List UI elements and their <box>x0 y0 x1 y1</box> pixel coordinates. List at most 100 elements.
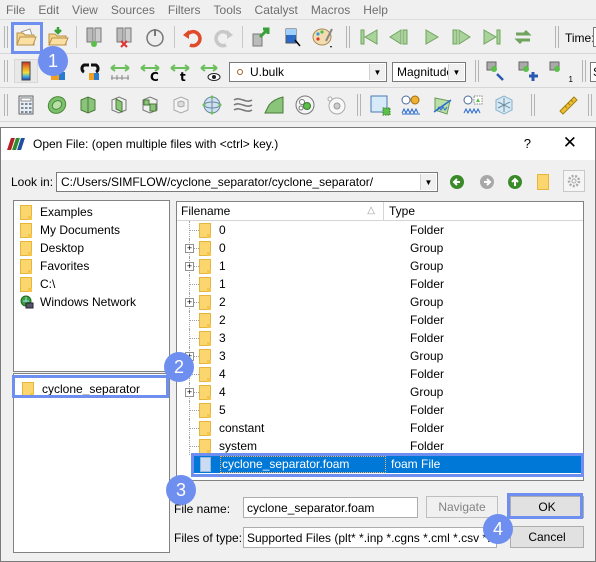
probe-location-button[interactable] <box>492 93 516 117</box>
selection-button[interactable] <box>368 93 392 117</box>
contour-button[interactable] <box>45 93 69 117</box>
file-row[interactable]: +2 Group <box>177 293 583 311</box>
menu-tools[interactable]: Tools <box>214 3 242 17</box>
toolbar-grip[interactable] <box>4 26 8 48</box>
slice-button[interactable] <box>107 93 131 117</box>
cancel-button[interactable]: Cancel <box>510 526 584 548</box>
toggle-color-legend-button[interactable] <box>14 59 38 83</box>
column-header-type[interactable]: Type <box>384 202 583 220</box>
place-examples[interactable]: Examples <box>14 203 169 221</box>
folder-icon <box>20 222 32 238</box>
camera-adjust-button[interactable] <box>484 59 508 83</box>
menu-sources[interactable]: Sources <box>111 3 155 17</box>
extract-subset-button[interactable] <box>169 93 193 117</box>
help-button[interactable]: ? <box>524 136 531 151</box>
rescale-temporal-button[interactable]: t <box>168 59 192 83</box>
change-input-button[interactable] <box>249 25 273 49</box>
array-select[interactable]: U.bulk ▼ <box>229 62 387 82</box>
rescale-custom-button[interactable]: C <box>138 59 162 83</box>
menu-help[interactable]: Help <box>363 3 388 17</box>
redo-button[interactable] <box>211 25 235 49</box>
color-pick-icon <box>285 28 301 47</box>
expand-icon[interactable]: + <box>185 388 194 397</box>
warp-by-vector-button[interactable] <box>262 93 286 117</box>
reset-session-button[interactable] <box>143 25 167 49</box>
file-row[interactable]: system Folder <box>177 437 583 455</box>
loop-button[interactable] <box>511 25 535 49</box>
rescale-data-button[interactable] <box>108 59 132 83</box>
back-button[interactable] <box>447 172 467 192</box>
disconnect-button[interactable] <box>112 25 136 49</box>
expand-icon[interactable]: + <box>185 262 194 271</box>
chevron-down-icon[interactable]: ▼ <box>369 64 385 80</box>
file-row[interactable]: 1 Folder <box>177 275 583 293</box>
menu-macros[interactable]: Macros <box>311 3 350 17</box>
open-file-button[interactable] <box>14 25 38 49</box>
connect-button[interactable] <box>82 25 106 49</box>
group-datasets-button[interactable] <box>293 93 317 117</box>
look-in-combo[interactable]: C:/Users/SIMFLOW/cyclone_separator/cyclo… <box>56 172 438 192</box>
place-my-documents[interactable]: My Documents <box>14 221 169 239</box>
plot-over-line-button[interactable] <box>430 93 454 117</box>
next-frame-button[interactable] <box>449 25 473 49</box>
menu-filters[interactable]: Filters <box>168 3 201 17</box>
place-c-drive[interactable]: C:\ <box>14 275 169 293</box>
partial-combo[interactable]: S <box>590 62 596 82</box>
place-windows-network[interactable]: Windows Network <box>14 293 169 311</box>
clip-button[interactable] <box>76 93 100 117</box>
server-connect-icon <box>86 27 102 47</box>
file-row[interactable]: +0 Group <box>177 239 583 257</box>
file-row[interactable]: 3 Folder <box>177 329 583 347</box>
file-row[interactable]: 0 Folder <box>177 221 583 239</box>
chevron-down-icon[interactable]: ▼ <box>420 174 436 190</box>
camera-add-button[interactable] <box>516 59 540 83</box>
file-row[interactable]: 2 Folder <box>177 311 583 329</box>
file-row[interactable]: +1 Group <box>177 257 583 275</box>
expand-icon[interactable]: + <box>185 244 194 253</box>
recent-item[interactable]: cyclone_separator <box>16 380 169 398</box>
threshold-button[interactable] <box>138 93 162 117</box>
camera-preset-button[interactable]: 1 <box>547 59 573 84</box>
file-row[interactable]: +4 Group <box>177 383 583 401</box>
menu-catalyst[interactable]: Catalyst <box>255 3 298 17</box>
palette-button[interactable] <box>311 25 335 49</box>
calculator-button[interactable] <box>14 93 38 117</box>
stream-tracer-button[interactable] <box>231 93 255 117</box>
ok-button[interactable]: OK <box>510 496 584 518</box>
file-name-input[interactable]: cyclone_separator.foam <box>243 497 418 518</box>
new-folder-button[interactable] <box>533 172 553 192</box>
glyph-button[interactable] <box>200 93 224 117</box>
menu-file[interactable]: File <box>6 3 25 17</box>
link-color-button[interactable] <box>78 59 102 83</box>
previous-frame-button[interactable] <box>387 25 411 49</box>
component-select[interactable]: Magnitude ▼ <box>392 62 466 82</box>
settings-button[interactable] <box>563 170 585 192</box>
last-frame-button[interactable] <box>480 25 504 49</box>
first-frame-button[interactable] <box>357 25 381 49</box>
file-row[interactable]: constant Folder <box>177 419 583 437</box>
files-of-type-combo[interactable]: Supported Files (plt* *.inp *.cgns *.cml… <box>243 527 497 548</box>
file-row-selected[interactable]: cyclone_separator.foam foam File <box>194 455 583 473</box>
file-row[interactable]: +3Group <box>177 347 583 365</box>
parent-directory-button[interactable] <box>505 172 525 192</box>
forward-button[interactable] <box>477 172 497 192</box>
menu-edit[interactable]: Edit <box>38 3 59 17</box>
file-row[interactable]: 5 Folder <box>177 401 583 419</box>
chevron-down-icon[interactable]: ▼ <box>448 64 464 80</box>
play-button[interactable] <box>419 25 443 49</box>
ruler-button[interactable] <box>556 93 580 117</box>
plot-selection-over-time-button[interactable] <box>461 93 485 117</box>
column-header-filename[interactable]: Filename △ <box>177 202 384 220</box>
place-favorites[interactable]: Favorites <box>14 257 169 275</box>
close-button[interactable]: ✕ <box>563 133 577 153</box>
place-desktop[interactable]: Desktop <box>14 239 169 257</box>
extract-level-button[interactable] <box>324 93 348 117</box>
undo-button[interactable] <box>181 25 205 49</box>
expand-icon[interactable]: + <box>185 298 194 307</box>
menu-view[interactable]: View <box>72 3 98 17</box>
navigate-button[interactable]: Navigate <box>426 496 498 518</box>
file-row[interactable]: 4 Folder <box>177 365 583 383</box>
plot-over-time-button[interactable] <box>399 93 423 117</box>
rescale-visible-button[interactable] <box>198 59 222 83</box>
pick-center-button[interactable] <box>280 25 304 49</box>
